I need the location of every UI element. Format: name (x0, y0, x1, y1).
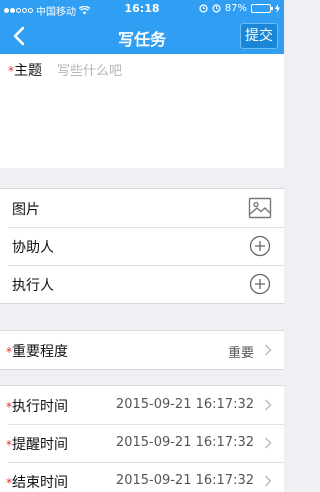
time-value: 2015-09-21 16:17:32 (115, 473, 254, 488)
image-icon[interactable] (248, 197, 272, 219)
time-row[interactable]: *提醒时间 2015-09-21 16:17:32 (0, 424, 284, 462)
time-value: 2015-09-21 16:17:32 (115, 397, 254, 412)
plus-circle-icon[interactable] (248, 235, 272, 257)
status-right: 87% (199, 3, 280, 14)
subject-input[interactable]: 写些什么吧 (57, 60, 122, 79)
plus-circle-icon[interactable] (248, 273, 272, 295)
time-value: 2015-09-21 16:17:32 (115, 435, 254, 450)
charging-icon (275, 4, 280, 13)
chevron-right-icon (265, 475, 272, 487)
subject-section: *主题 写些什么吧 (0, 54, 284, 168)
importance-value: 重要 (227, 346, 254, 361)
time-label: *执行时间 (6, 396, 68, 416)
submit-button[interactable]: 提交 (240, 23, 278, 49)
executor-row[interactable]: 执行人 (0, 265, 284, 303)
battery-icon (251, 4, 273, 13)
subject-label: *主题 (8, 60, 42, 80)
chevron-right-icon (265, 399, 272, 411)
importance-section: *重要程度 重要 (0, 330, 284, 370)
image-row-label: 图片 (12, 202, 40, 218)
time-label: *提醒时间 (6, 434, 68, 454)
importance-label: *重要程度 (6, 341, 68, 361)
assistant-row[interactable]: 协助人 (0, 227, 284, 265)
battery-percent: 87% (224, 3, 247, 14)
nav-bar: 写任务 提交 (0, 18, 284, 54)
time-label: *结束时间 (6, 472, 68, 492)
time-row[interactable]: *结束时间 2015-09-21 16:17:32 (0, 462, 284, 492)
assistant-row-label: 协助人 (12, 240, 54, 256)
importance-row[interactable]: *重要程度 重要 (0, 331, 284, 369)
image-row[interactable]: 图片 (0, 189, 284, 227)
status-bar: 中国移动 16:18 87% (0, 0, 284, 18)
importance-label-text: 重要程度 (12, 344, 68, 360)
clock-icon (212, 4, 221, 13)
time-label-text: 结束时间 (12, 475, 68, 491)
executor-row-label: 执行人 (12, 278, 54, 294)
time-section: *执行时间 2015-09-21 16:17:32 *提醒时间 2015-09-… (0, 385, 284, 492)
chevron-right-icon (265, 437, 272, 449)
people-section: 图片 协助人 执行人 (0, 188, 284, 304)
alarm-icon (199, 4, 208, 13)
time-row[interactable]: *执行时间 2015-09-21 16:17:32 (0, 386, 284, 424)
subject-label-text: 主题 (14, 63, 42, 79)
time-label-text: 提醒时间 (12, 437, 68, 453)
time-label-text: 执行时间 (12, 399, 68, 415)
chevron-right-icon (265, 344, 272, 356)
